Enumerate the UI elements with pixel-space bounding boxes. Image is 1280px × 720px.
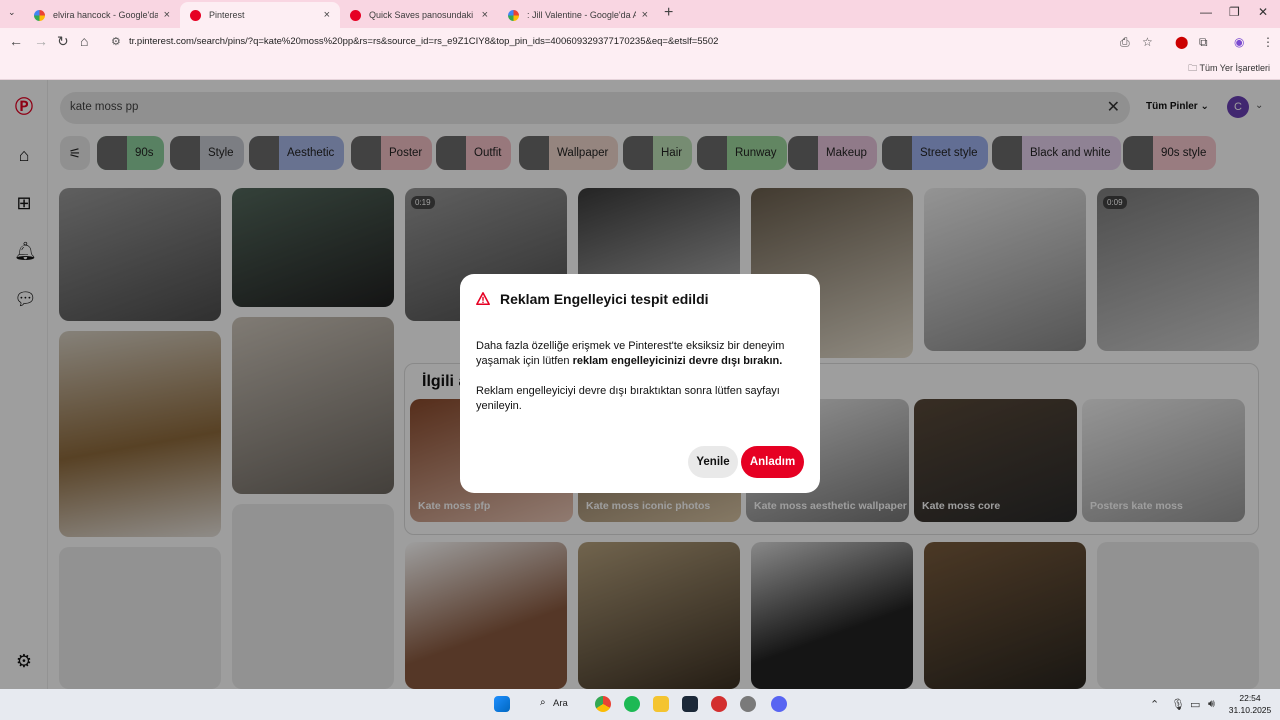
pinterest-icon bbox=[350, 9, 361, 21]
got-it-button[interactable]: Anladım bbox=[741, 446, 804, 478]
adblock-dialog: Reklam Engelleyici tespit edildi Daha fa… bbox=[460, 274, 820, 493]
tab-strip: ⌄ elvira hancock - Google'da Ara × Pinte… bbox=[0, 0, 1280, 28]
tab-title: Pinterest bbox=[209, 10, 245, 20]
close-icon[interactable]: × bbox=[324, 9, 330, 21]
close-icon[interactable]: × bbox=[642, 9, 648, 21]
tab-pinterest[interactable]: Pinterest × bbox=[180, 2, 340, 28]
reload-icon[interactable]: ↻ bbox=[57, 33, 69, 50]
google-icon bbox=[508, 9, 519, 21]
forward-icon[interactable]: → bbox=[34, 33, 48, 49]
chevron-up-icon[interactable]: ⌃ bbox=[1150, 698, 1159, 711]
volume-icon[interactable]: 🔊︎ bbox=[1208, 698, 1215, 711]
tab-elvira[interactable]: elvira hancock - Google'da Ara × bbox=[24, 2, 180, 28]
tab-title: Quick Saves panosundaki Pin bbox=[369, 10, 476, 20]
address-bar[interactable]: ⚙ tr.pinterest.com/search/pins/?q=kate%2… bbox=[104, 31, 1164, 53]
spotify-icon[interactable] bbox=[624, 696, 640, 712]
tab-quick-saves[interactable]: Quick Saves panosundaki Pin × bbox=[340, 2, 498, 28]
clock-time: 22:54 bbox=[1239, 693, 1261, 703]
new-tab-icon[interactable]: + bbox=[664, 4, 673, 22]
extensions-icon[interactable]: ⧉ bbox=[1199, 35, 1208, 50]
google-icon bbox=[34, 9, 45, 21]
adblock-extension-icon[interactable]: ⬤ bbox=[1175, 35, 1188, 49]
app-icon[interactable] bbox=[740, 696, 756, 712]
tab-title: elvira hancock - Google'da Ara bbox=[53, 10, 158, 20]
close-icon[interactable]: × bbox=[482, 9, 488, 21]
profile-icon[interactable]: ◉ bbox=[1234, 35, 1244, 49]
clock-date: 31.10.2025 bbox=[1228, 705, 1272, 715]
menu-icon[interactable]: ⋮ bbox=[1262, 35, 1274, 49]
discord-icon[interactable] bbox=[771, 696, 787, 712]
close-window-icon[interactable]: ✕ bbox=[1258, 5, 1268, 19]
search-icon[interactable]: ⌕ bbox=[540, 697, 546, 708]
warning-icon bbox=[476, 292, 490, 306]
site-info-icon[interactable]: ⚙ bbox=[111, 35, 121, 48]
bookmarks-bar: 🗀 Tüm Yer İşaretleri bbox=[0, 56, 1280, 80]
tab-search-icon[interactable]: ⌄ bbox=[8, 7, 16, 18]
taskbar: ⌕ Ara ⌃ 🎙︎ ▭ 🔊︎ 22:54 31.10.2025 bbox=[0, 689, 1280, 720]
start-icon[interactable] bbox=[494, 696, 510, 712]
install-app-icon[interactable]: ⎙ bbox=[1120, 35, 1130, 50]
tab-jill[interactable]: : Jill Valentine - Google'da Ara × bbox=[498, 2, 658, 28]
folder-icon: 🗀 bbox=[1188, 63, 1200, 73]
dialog-title: Reklam Engelleyici tespit edildi bbox=[500, 291, 709, 307]
taskbar-search-label[interactable]: Ara bbox=[553, 698, 568, 709]
clock[interactable]: 22:54 31.10.2025 bbox=[1228, 692, 1272, 716]
browser-toolbar: ← → ↻ ⌂ ⚙ tr.pinterest.com/search/pins/?… bbox=[0, 28, 1280, 56]
microphone-icon[interactable]: 🎙︎ bbox=[1171, 698, 1185, 711]
pinterest-icon bbox=[190, 9, 201, 21]
dialog-note: Reklam engelleyiciyi devre dışı bıraktık… bbox=[476, 385, 780, 412]
file-explorer-icon[interactable] bbox=[653, 696, 669, 712]
close-icon[interactable]: × bbox=[164, 9, 170, 21]
tab-title: : Jill Valentine - Google'da Ara bbox=[527, 10, 636, 20]
reload-button[interactable]: Yenile bbox=[688, 446, 738, 478]
app-icon[interactable] bbox=[711, 696, 727, 712]
maximize-icon[interactable]: ❐ bbox=[1229, 5, 1240, 19]
minimize-icon[interactable]: — bbox=[1200, 5, 1212, 19]
dialog-message: Daha fazla özelliğe erişmek ve Pinterest… bbox=[476, 340, 785, 367]
home-icon[interactable]: ⌂ bbox=[80, 33, 88, 49]
bookmark-star-icon[interactable]: ☆ bbox=[1142, 35, 1153, 49]
url-text: tr.pinterest.com/search/pins/?q=kate%20m… bbox=[129, 36, 719, 47]
all-bookmarks[interactable]: 🗀 Tüm Yer İşaretleri bbox=[1188, 61, 1270, 77]
chrome-icon[interactable] bbox=[595, 696, 611, 712]
back-icon[interactable]: ← bbox=[9, 33, 23, 49]
display-icon[interactable]: ▭ bbox=[1190, 698, 1200, 711]
steam-icon[interactable] bbox=[682, 696, 698, 712]
